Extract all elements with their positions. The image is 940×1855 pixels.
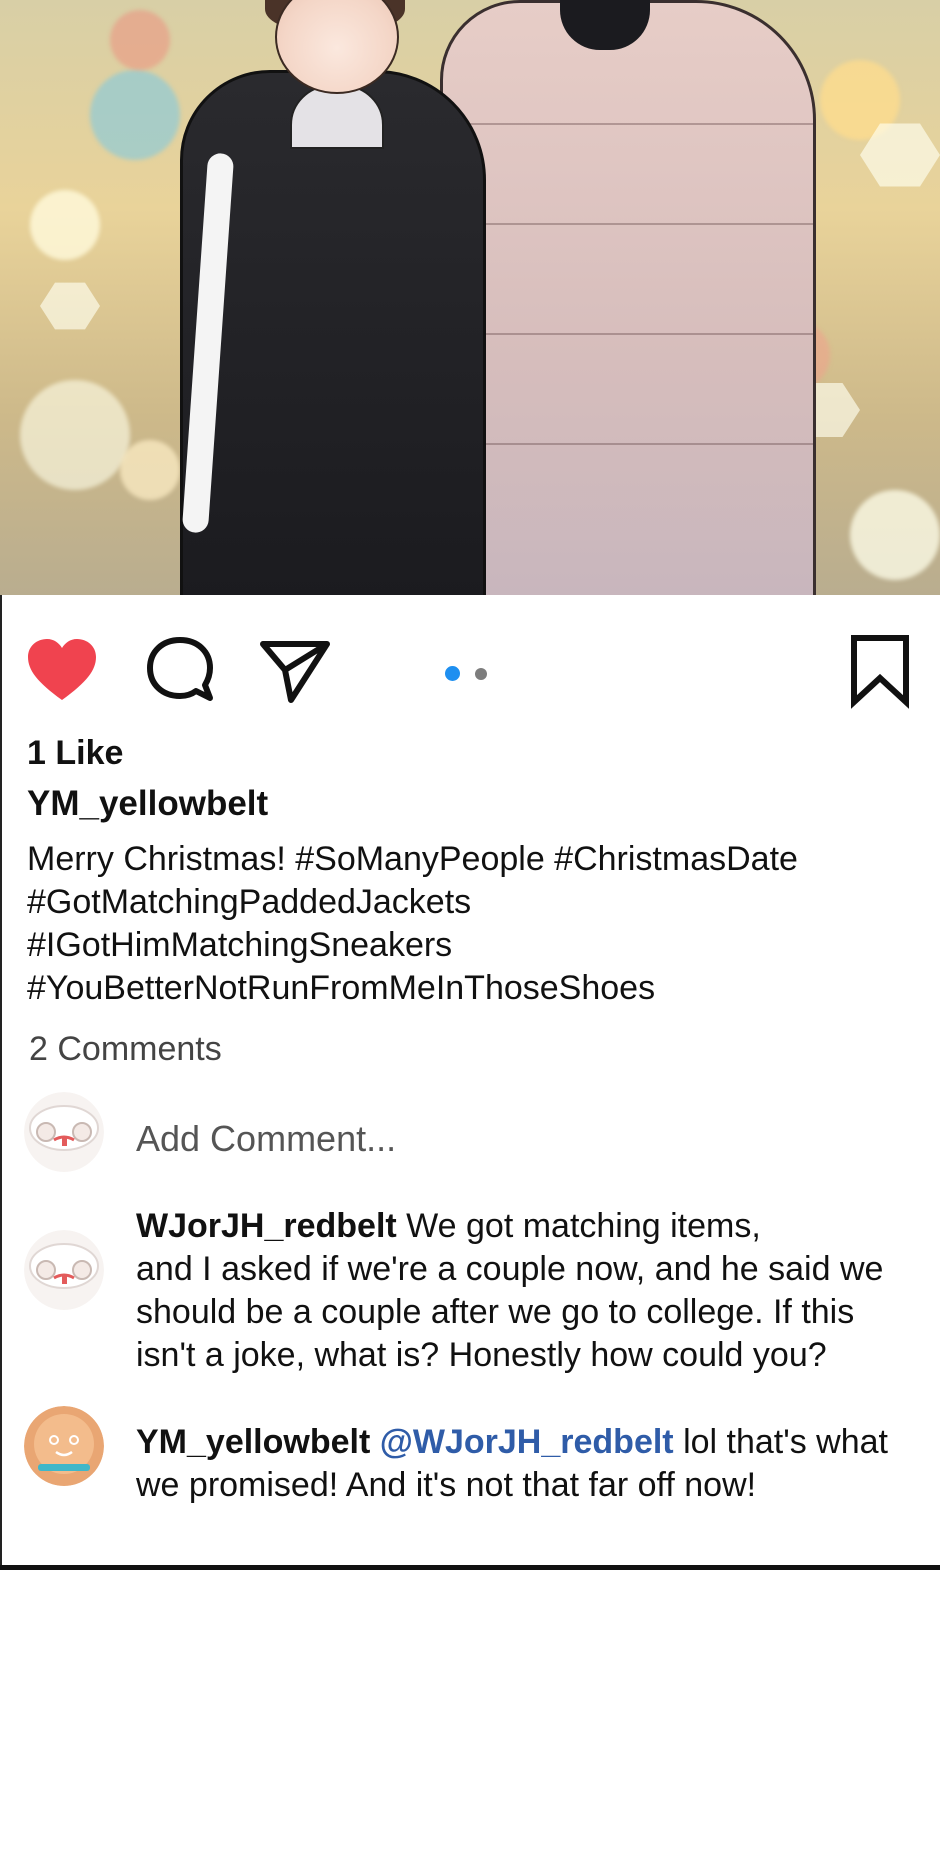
post-caption: Merry Christmas! #SoManyPeople #Christma… bbox=[27, 838, 907, 1010]
post-photo[interactable] bbox=[0, 0, 940, 595]
panel-border bbox=[0, 595, 2, 1565]
likes-count[interactable]: 1 Like bbox=[27, 734, 123, 773]
comment-text: isn't a joke, what is? Honestly how coul… bbox=[136, 1336, 827, 1374]
light-padded-jacket bbox=[440, 0, 816, 595]
comment-text: we promised! And it's not that far off n… bbox=[136, 1466, 757, 1504]
comment-username[interactable]: WJorJH_redbelt bbox=[136, 1207, 397, 1245]
comment-text: and I asked if we're a couple now, and h… bbox=[136, 1250, 884, 1288]
carousel-dot-active[interactable] bbox=[445, 666, 460, 681]
comment-mention[interactable]: @WJorJH_redbelt bbox=[380, 1423, 674, 1461]
speech-bubble-icon[interactable] bbox=[140, 630, 220, 710]
bookmark-icon[interactable] bbox=[840, 630, 920, 710]
comment-text: We got matching items, bbox=[396, 1207, 761, 1245]
comment-item: YM_yellowbelt @WJorJH_redbelt lol that's… bbox=[136, 1421, 926, 1507]
collar bbox=[290, 85, 384, 149]
heart-icon[interactable] bbox=[22, 630, 102, 710]
panel-divider bbox=[0, 1565, 940, 1570]
comments-count[interactable]: 2 Comments bbox=[29, 1030, 222, 1069]
avatar-redbelt bbox=[24, 1230, 104, 1310]
caption-line: Merry Christmas! #SoManyPeople #Christma… bbox=[27, 840, 798, 878]
comment-text: lol that's what bbox=[673, 1423, 889, 1461]
send-icon[interactable] bbox=[255, 630, 335, 710]
comment-username[interactable]: YM_yellowbelt bbox=[136, 1423, 370, 1461]
comment-item: WJorJH_redbelt We got matching items, an… bbox=[136, 1205, 926, 1377]
avatar-yellowbelt bbox=[24, 1406, 104, 1486]
caption-line: #GotMatchingPaddedJackets bbox=[27, 883, 472, 921]
comment-text: should be a couple after we go to colleg… bbox=[136, 1293, 855, 1331]
post-author[interactable]: YM_yellowbelt bbox=[27, 784, 268, 824]
caption-line: #YouBetterNotRunFromMeInThoseShoes bbox=[27, 969, 656, 1007]
carousel-dot[interactable] bbox=[475, 668, 487, 680]
add-comment-input[interactable]: Add Comment... bbox=[136, 1118, 396, 1160]
caption-line: #IGotHimMatchingSneakers bbox=[27, 926, 453, 964]
post-action-bar bbox=[0, 630, 940, 720]
avatar-redbelt bbox=[24, 1092, 104, 1172]
